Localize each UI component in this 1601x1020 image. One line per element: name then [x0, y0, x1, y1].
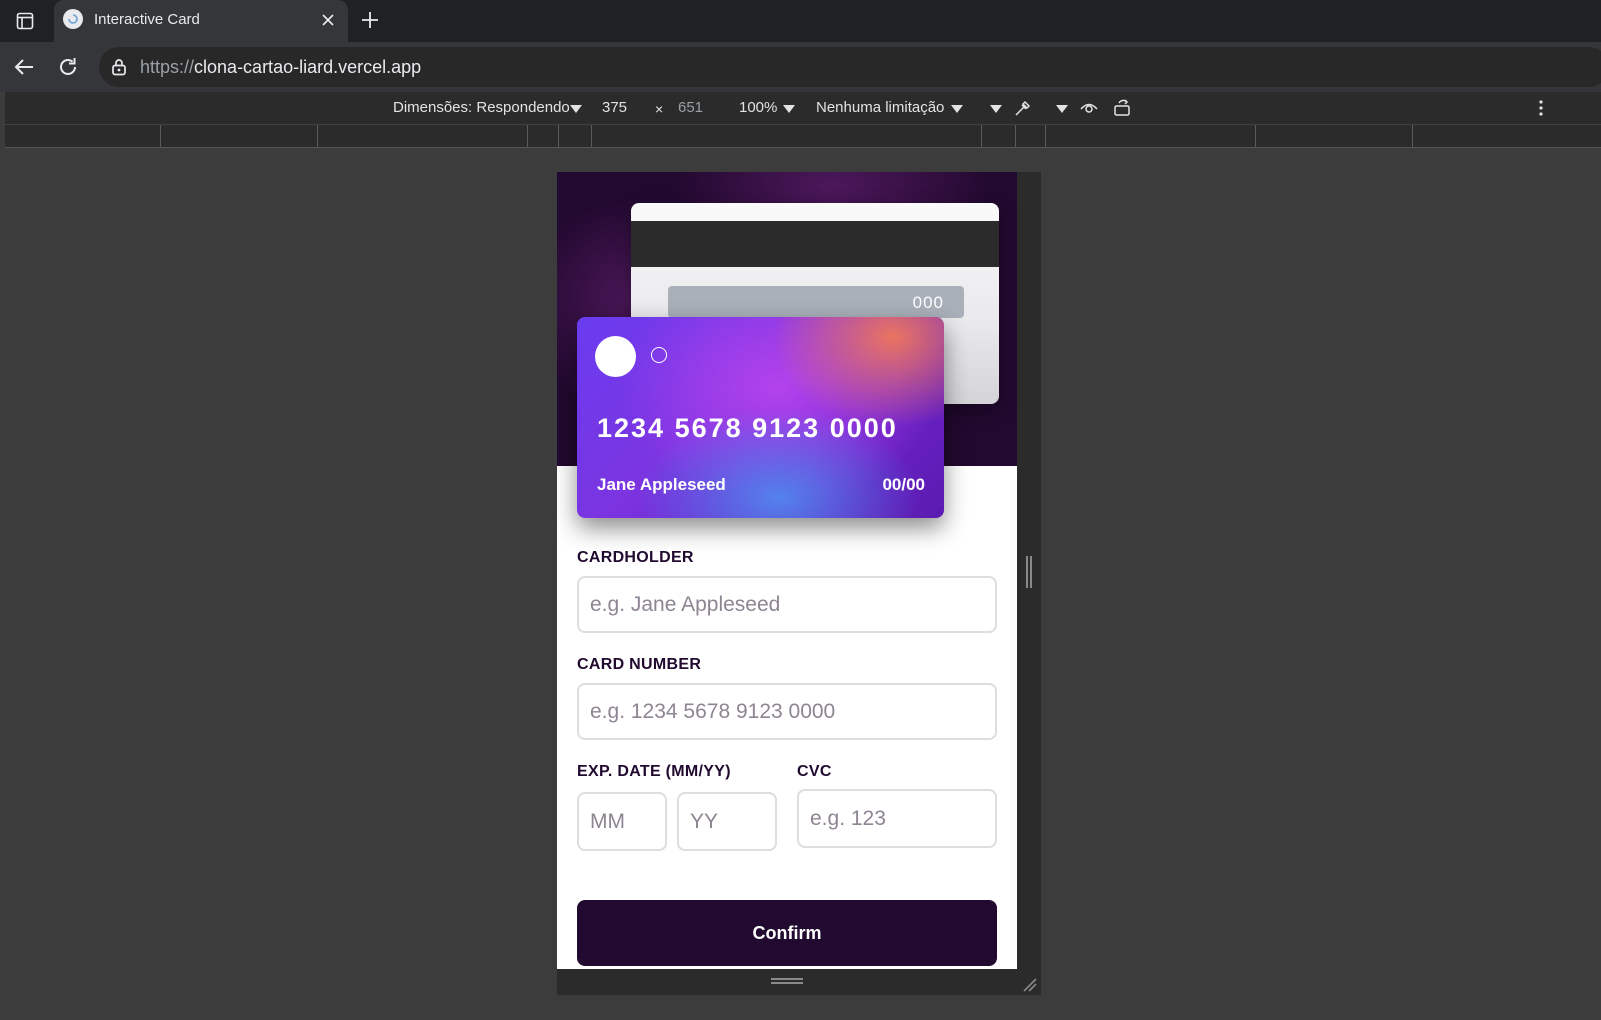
confirm-button[interactable]: Confirm	[577, 900, 997, 966]
ruler-divider	[591, 125, 592, 147]
viewport-resize-corner[interactable]	[1017, 969, 1041, 995]
cardholder-label: CARDHOLDER	[577, 549, 694, 566]
ruler-divider	[1015, 125, 1016, 147]
card-logo-outline-circle-icon	[651, 347, 667, 363]
zoom-caret-icon[interactable]	[783, 105, 795, 113]
cardholder-name-display: Jane Appleseed	[597, 475, 726, 494]
exp-year-input[interactable]	[677, 792, 777, 851]
resize-grip-icon	[1026, 556, 1032, 588]
card-number-display: 1234 5678 9123 0000	[597, 413, 898, 443]
eyedropper-icon[interactable]	[1013, 98, 1033, 118]
back-arrow-icon[interactable]	[11, 54, 37, 80]
ruler-divider	[317, 125, 318, 147]
signature-strip: 000	[668, 286, 964, 318]
ruler-divider	[1412, 125, 1413, 147]
card-logo-filled-circle-icon	[595, 336, 636, 377]
viewport-width-input[interactable]: 375	[602, 99, 627, 116]
exp-month-input[interactable]	[577, 792, 667, 851]
times-symbol: ×	[655, 101, 664, 117]
address-bar[interactable]: https://clona-cartao-liard.vercel.app	[99, 47, 1601, 87]
card-back-cvc: 000	[912, 293, 944, 312]
tab-sidebar-icon[interactable]	[14, 10, 36, 32]
card-front: 1234 5678 9123 0000 Jane Appleseed 00/00	[577, 317, 944, 518]
url-text: https://clona-cartao-liard.vercel.app	[140, 57, 422, 77]
close-tab-icon[interactable]	[318, 10, 338, 30]
ruler-divider	[558, 125, 559, 147]
reload-icon[interactable]	[55, 54, 81, 80]
tab-strip: Interactive Card	[0, 0, 1601, 42]
cvc-label: CVC	[797, 763, 832, 780]
site-info-icon[interactable]	[109, 57, 129, 77]
ruler-divider	[1255, 125, 1256, 147]
throttle-caret-icon[interactable]	[951, 105, 963, 113]
capture-caret-icon[interactable]	[1056, 105, 1068, 113]
card-number-label: CARD NUMBER	[577, 656, 702, 673]
card-number-input[interactable]	[577, 683, 997, 740]
eye-icon[interactable]	[1079, 98, 1099, 118]
exp-date-label: EXP. DATE (MM/YY)	[577, 763, 731, 780]
browser-toolbar: https://clona-cartao-liard.vercel.app	[0, 42, 1601, 92]
ruler-divider	[981, 125, 982, 147]
favicon-icon	[63, 9, 83, 29]
magnetic-stripe	[631, 221, 999, 267]
new-tab-icon[interactable]	[358, 8, 382, 32]
device-toolbar: Dimensões: Respondendo 375 × 651 100% Ne…	[5, 92, 1601, 124]
ruler-divider	[160, 125, 161, 147]
ruler-divider	[527, 125, 528, 147]
tab-title: Interactive Card	[94, 11, 200, 28]
viewport-resize-handle-bottom[interactable]	[557, 969, 1017, 995]
viewport-height-input[interactable]: 651	[678, 99, 703, 116]
emulated-viewport: 000 1234 5678 9123 0000 Jane Appleseed 0…	[557, 172, 1017, 969]
viewport-resize-handle-right[interactable]	[1017, 172, 1041, 995]
rotate-icon[interactable]	[1113, 98, 1133, 118]
more-options-caret-icon[interactable]	[990, 105, 1002, 113]
dimensions-dropdown[interactable]: Dimensões: Respondendo	[393, 99, 570, 116]
cvc-input[interactable]	[797, 789, 997, 848]
browser-tab[interactable]: Interactive Card	[54, 0, 348, 42]
cardholder-input[interactable]	[577, 576, 997, 633]
card-expiry-display: 00/00	[882, 475, 925, 494]
resize-grip-icon	[771, 978, 803, 984]
zoom-dropdown[interactable]: 100%	[739, 99, 777, 116]
ruler-divider	[1045, 125, 1046, 147]
dimensions-caret-icon[interactable]	[570, 105, 582, 113]
corner-resize-icon	[1023, 978, 1037, 992]
media-query-ruler[interactable]	[5, 124, 1601, 148]
kebab-menu-icon[interactable]	[1531, 98, 1551, 118]
throttle-dropdown[interactable]: Nenhuma limitação	[816, 99, 944, 116]
